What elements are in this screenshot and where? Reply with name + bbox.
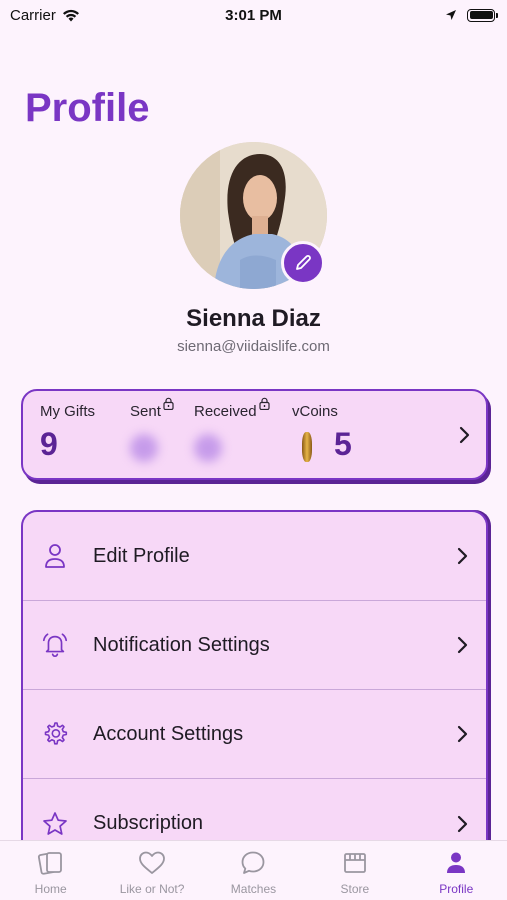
store-icon bbox=[343, 853, 366, 873]
gifts-stats-card[interactable]: My Gifts 9 Sent Received vCoins 5 bbox=[21, 389, 488, 480]
stat-my-gifts-value: 9 bbox=[40, 426, 58, 462]
chevron-right-icon bbox=[457, 636, 468, 654]
stat-vcoins-value: 5 bbox=[334, 426, 352, 462]
chevron-right-icon bbox=[459, 426, 470, 444]
stat-sent: Sent bbox=[130, 397, 174, 462]
chevron-right-icon bbox=[457, 547, 468, 565]
person-icon bbox=[447, 852, 466, 873]
gear-icon bbox=[44, 722, 68, 745]
user-email: sienna@viidaislife.com bbox=[177, 338, 330, 355]
sent-hidden-value bbox=[130, 434, 158, 462]
stat-my-gifts-label: My Gifts bbox=[40, 403, 95, 420]
chat-bubble-icon bbox=[242, 851, 265, 874]
heart-icon bbox=[139, 851, 165, 874]
battery-icon bbox=[467, 8, 498, 22]
coin-icon bbox=[302, 431, 312, 462]
lock-icon bbox=[258, 397, 270, 410]
settings-menu: Edit Profile Notification Settings Accou… bbox=[21, 510, 488, 850]
menu-item-account-settings[interactable]: Account Settings bbox=[23, 690, 486, 779]
tab-label: Home bbox=[34, 882, 67, 896]
tab-label: Like or Not? bbox=[119, 882, 185, 896]
menu-item-label: Notification Settings bbox=[93, 633, 270, 656]
menu-item-label: Edit Profile bbox=[93, 544, 190, 567]
tab-label: Store bbox=[340, 882, 370, 896]
menu-item-notification-settings[interactable]: Notification Settings bbox=[23, 601, 486, 690]
chevron-right-icon bbox=[457, 815, 468, 832]
stat-vcoins: vCoins 5 bbox=[292, 403, 352, 463]
tab-home[interactable]: Home bbox=[0, 841, 101, 900]
wifi-icon bbox=[62, 9, 79, 21]
tab-label: Profile bbox=[439, 882, 474, 896]
menu-item-label: Subscription bbox=[93, 812, 204, 834]
tab-label: Matches bbox=[230, 882, 277, 896]
stat-sent-label: Sent bbox=[130, 403, 161, 420]
menu-item-label: Account Settings bbox=[93, 722, 244, 745]
chevron-right-icon bbox=[457, 725, 468, 743]
stat-my-gifts: My Gifts 9 bbox=[40, 403, 95, 463]
stat-received: Received bbox=[194, 397, 270, 462]
tab-like-or-not[interactable]: Like or Not? bbox=[102, 841, 203, 900]
avatar-container bbox=[180, 142, 327, 289]
tab-bar: Home Like or Not? Matches Store Profile bbox=[0, 840, 507, 900]
carrier-label: Carrier bbox=[10, 6, 56, 24]
cards-icon bbox=[37, 852, 62, 875]
stat-received-label: Received bbox=[194, 403, 257, 420]
status-bar: Carrier 3:01 PM bbox=[0, 0, 507, 30]
user-name: Sienna Diaz bbox=[186, 305, 321, 332]
edit-avatar-button[interactable] bbox=[281, 241, 325, 285]
menu-item-edit-profile[interactable]: Edit Profile bbox=[23, 512, 486, 601]
pencil-icon bbox=[296, 255, 311, 270]
lock-icon bbox=[163, 397, 174, 410]
received-hidden-value bbox=[194, 434, 222, 462]
person-icon bbox=[45, 544, 65, 568]
bell-icon bbox=[42, 633, 68, 658]
star-icon bbox=[43, 811, 67, 835]
page-title: Profile bbox=[25, 86, 150, 130]
stat-vcoins-label: vCoins bbox=[292, 403, 338, 420]
tab-store[interactable]: Store bbox=[304, 841, 405, 900]
tab-profile[interactable]: Profile bbox=[406, 841, 507, 900]
tab-matches[interactable]: Matches bbox=[203, 841, 304, 900]
location-arrow-icon bbox=[446, 10, 456, 20]
